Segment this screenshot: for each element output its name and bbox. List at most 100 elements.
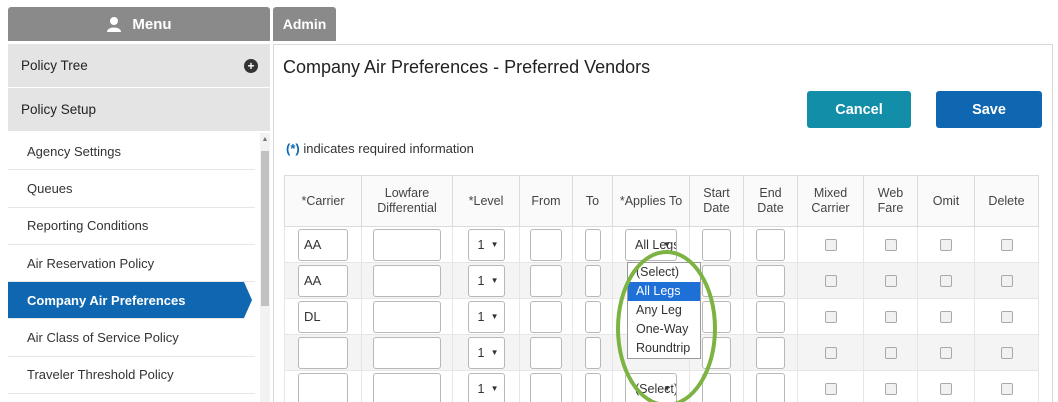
dropdown-option[interactable]: Any Leg	[628, 301, 700, 320]
level-value: 1	[477, 309, 485, 324]
level-select[interactable]: 1 ▼	[467, 228, 505, 261]
sidebar-item-air-class-of-service-policy[interactable]: Air Class of Service Policy	[8, 319, 255, 357]
level-select[interactable]: 1 ▼	[467, 264, 505, 297]
carrier-input[interactable]: DL	[298, 300, 348, 333]
sidebar-item-air-reservation-policy[interactable]: Air Reservation Policy	[8, 245, 255, 283]
sidebar-item-label: Queues	[27, 180, 73, 196]
save-button[interactable]: Save	[936, 91, 1042, 128]
level-select[interactable]: 1 ▼	[467, 300, 505, 333]
column-header: *Applies To	[612, 175, 690, 227]
to-input[interactable]	[584, 264, 601, 297]
mixed-carrier-checkbox[interactable]	[824, 239, 837, 252]
column-header: End Date	[743, 175, 798, 227]
sidebar-item-agency-settings[interactable]: Agency Settings	[8, 133, 255, 171]
sidebar-item-company-air-preferences[interactable]: Company Air Preferences	[8, 282, 252, 320]
dropdown-option[interactable]: Roundtrip	[628, 339, 700, 358]
admin-tab[interactable]: Admin	[273, 7, 336, 41]
mixed-carrier-checkbox[interactable]	[824, 275, 837, 288]
column-header: Omit	[917, 175, 975, 227]
carrier-input[interactable]: AA	[298, 228, 348, 261]
dropdown-arrow-icon: ▼	[490, 275, 499, 285]
end-date-input[interactable]	[756, 300, 785, 333]
omit-checkbox[interactable]	[940, 311, 952, 324]
delete-checkbox[interactable]	[1000, 311, 1013, 324]
from-input[interactable]	[530, 372, 562, 402]
end-date-input[interactable]	[756, 372, 785, 402]
carrier-input[interactable]	[298, 336, 348, 369]
column-header: Mixed Carrier	[797, 175, 864, 227]
dropdown-option[interactable]: (Select)	[628, 263, 700, 282]
carrier-input[interactable]	[298, 372, 348, 402]
carrier-input[interactable]: AA	[298, 264, 348, 297]
start-date-input[interactable]	[702, 372, 731, 402]
start-date-input[interactable]	[702, 264, 731, 297]
menu-label: Menu	[132, 15, 172, 33]
start-date-input[interactable]	[702, 300, 731, 333]
column-header: Start Date	[689, 175, 744, 227]
level-select[interactable]: 1 ▼	[467, 336, 505, 369]
mixed-carrier-checkbox[interactable]	[824, 383, 837, 396]
omit-checkbox[interactable]	[940, 239, 952, 252]
end-date-input[interactable]	[756, 228, 785, 261]
level-value: 1	[477, 237, 485, 252]
scrollbar-thumb[interactable]	[261, 151, 269, 306]
sidebar-item-label: Reporting Conditions	[27, 218, 149, 234]
web-fare-checkbox[interactable]	[884, 311, 897, 324]
omit-checkbox[interactable]	[940, 275, 952, 288]
app-root: Menu Admin Policy Tree + Policy Setup Ag…	[0, 0, 1058, 402]
web-fare-checkbox[interactable]	[884, 383, 897, 396]
to-input[interactable]	[584, 228, 601, 261]
to-input[interactable]	[584, 372, 601, 402]
dropdown-option-selected[interactable]: All Legs	[628, 282, 700, 301]
web-fare-checkbox[interactable]	[884, 275, 897, 288]
applies-to-dropdown-list: (Select) All Legs Any Leg One-Way Roundt…	[627, 262, 701, 359]
lowfare-input[interactable]	[373, 336, 441, 369]
sidebar-item-reporting-conditions[interactable]: Reporting Conditions	[8, 208, 255, 245]
end-date-input[interactable]	[756, 264, 785, 297]
applies-to-select[interactable]: All Legs ▼	[625, 228, 677, 261]
dropdown-option[interactable]: One-Way	[628, 320, 700, 339]
delete-checkbox[interactable]	[1000, 347, 1013, 360]
from-input[interactable]	[530, 228, 562, 261]
omit-checkbox[interactable]	[940, 347, 952, 360]
to-input[interactable]	[584, 300, 601, 333]
scroll-up-icon[interactable]: ▲	[260, 135, 270, 145]
delete-checkbox[interactable]	[1000, 275, 1013, 288]
mixed-carrier-checkbox[interactable]	[824, 347, 837, 360]
from-input[interactable]	[530, 336, 562, 369]
start-date-input[interactable]	[702, 336, 731, 369]
sidebar-section-policy-setup[interactable]: Policy Setup	[8, 88, 270, 132]
sidebar-section-label: Policy Tree	[21, 58, 88, 73]
mixed-carrier-checkbox[interactable]	[824, 311, 837, 324]
delete-checkbox[interactable]	[1000, 383, 1013, 396]
lowfare-input[interactable]	[373, 264, 441, 297]
cancel-button[interactable]: Cancel	[807, 91, 911, 128]
table-row: AA 1 ▼ All Legs ▼	[284, 226, 1039, 263]
from-input[interactable]	[530, 264, 562, 297]
omit-checkbox[interactable]	[940, 383, 952, 396]
column-header: Web Fare	[863, 175, 918, 227]
sidebar-item-label: Air Class of Service Policy	[27, 330, 179, 346]
sidebar-item-label: Company Air Preferences	[27, 292, 186, 308]
to-input[interactable]	[584, 336, 601, 369]
lowfare-input[interactable]	[373, 372, 441, 402]
sidebar-item-label: Air Reservation Policy	[27, 255, 155, 271]
sidebar-scrollbar[interactable]: ▲	[260, 133, 270, 402]
delete-checkbox[interactable]	[1000, 239, 1013, 252]
plus-circle-icon[interactable]: +	[244, 59, 258, 73]
start-date-input[interactable]	[702, 228, 731, 261]
web-fare-checkbox[interactable]	[884, 347, 897, 360]
level-select[interactable]: 1 ▼	[467, 372, 505, 402]
sidebar-item-queues[interactable]: Queues	[8, 170, 255, 208]
lowfare-input[interactable]	[373, 228, 441, 261]
from-input[interactable]	[530, 300, 562, 333]
menu-tab[interactable]: Menu	[8, 7, 270, 41]
applies-to-select[interactable]: (Select) ▼	[625, 372, 677, 402]
web-fare-checkbox[interactable]	[884, 239, 897, 252]
admin-label: Admin	[282, 16, 327, 32]
sidebar-section-label: Policy Setup	[21, 102, 97, 117]
end-date-input[interactable]	[756, 336, 785, 369]
sidebar-section-policy-tree[interactable]: Policy Tree +	[8, 44, 270, 88]
sidebar-item-traveler-threshold-policy[interactable]: Traveler Threshold Policy	[8, 357, 255, 395]
lowfare-input[interactable]	[373, 300, 441, 333]
